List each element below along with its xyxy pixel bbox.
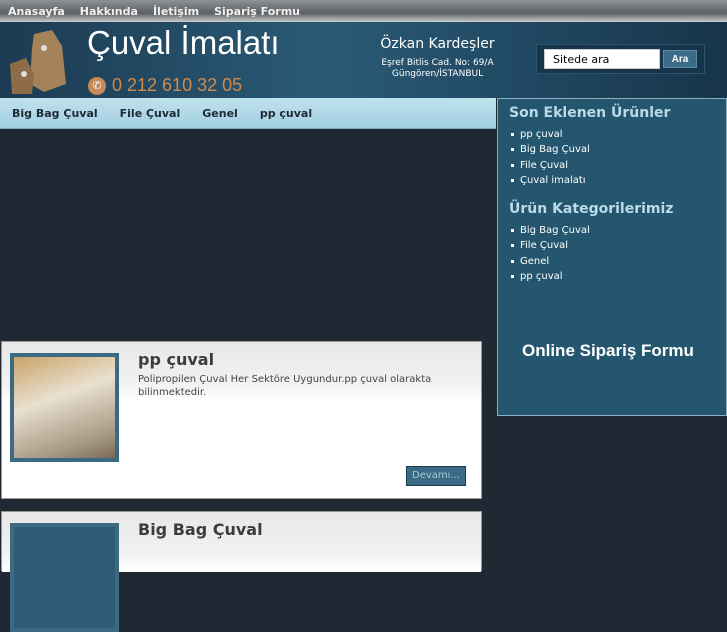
list-item[interactable]: Big Bag Çuval <box>509 223 726 238</box>
nav-file[interactable]: File Çuval <box>120 107 181 120</box>
address-line-1: Eşref Bitlis Cad. No: 69/A <box>381 58 494 68</box>
recent-list: pp çuval Big Bag Çuval File Çuval Çuval … <box>509 127 726 188</box>
category-nav: Big Bag Çuval File Çuval Genel pp çuval <box>0 98 496 129</box>
post-description: Polipropilen Çuval Her Sektöre Uygundur.… <box>138 374 432 398</box>
post-card: pp çuval Polipropilen Çuval Her Sektöre … <box>1 341 482 499</box>
search-box: Ara <box>536 44 705 74</box>
phone-number: ✆ 0 212 610 32 05 <box>88 75 242 96</box>
categories-list: Big Bag Çuval File Çuval Genel pp çuval <box>509 223 726 284</box>
list-item[interactable]: File Çuval <box>509 158 726 173</box>
company-info: Özkan Kardeşler Eşref Bitlis Cad. No: 69… <box>370 36 505 80</box>
search-input[interactable] <box>544 49 660 69</box>
list-item[interactable]: Genel <box>509 254 726 269</box>
topnav-order[interactable]: Sipariş Formu <box>214 5 300 18</box>
read-more-button[interactable]: Devamı... <box>406 466 466 486</box>
header: Çuval İmalatı ✆ 0 212 610 32 05 Özkan Kar… <box>0 22 727 98</box>
post-title[interactable]: pp çuval <box>138 350 214 369</box>
topnav-about[interactable]: Hakkında <box>80 5 138 18</box>
categories-title: Ürün Kategorilerimiz <box>509 201 674 218</box>
post-title[interactable]: Big Bag Çuval <box>138 520 263 539</box>
list-item[interactable]: pp çuval <box>509 127 726 142</box>
site-title[interactable]: Çuval İmalatı <box>87 24 280 62</box>
sack-logo-icon <box>10 30 66 94</box>
order-form-link[interactable]: Online Sipariş Formu <box>522 341 694 361</box>
list-item[interactable]: Big Bag Çuval <box>509 142 726 157</box>
phone-icon: ✆ <box>88 76 106 95</box>
search-button[interactable]: Ara <box>663 50 697 68</box>
address-line-2: Güngören/İSTANBUL <box>391 69 484 79</box>
list-item[interactable]: pp çuval <box>509 269 726 284</box>
post-thumbnail[interactable] <box>10 353 119 462</box>
sidebar: Son Eklenen Ürünler pp çuval Big Bag Çuv… <box>497 98 727 416</box>
recent-title: Son Eklenen Ürünler <box>509 105 671 121</box>
list-item[interactable]: File Çuval <box>509 238 726 253</box>
company-name: Özkan Kardeşler <box>380 36 495 52</box>
top-nav: Anasayfa Hakkında İletişim Sipariş Formu <box>0 0 727 22</box>
nav-big-bag[interactable]: Big Bag Çuval <box>12 107 98 120</box>
post-thumbnail[interactable] <box>10 523 119 632</box>
topnav-contact[interactable]: İletişim <box>153 5 199 18</box>
topnav-home[interactable]: Anasayfa <box>8 5 65 18</box>
list-item[interactable]: Çuval imalatı <box>509 173 726 188</box>
nav-pp[interactable]: pp çuval <box>260 107 312 120</box>
nav-genel[interactable]: Genel <box>202 107 238 120</box>
phone-text: 0 212 610 32 05 <box>112 75 243 95</box>
post-card: Big Bag Çuval <box>1 511 482 632</box>
